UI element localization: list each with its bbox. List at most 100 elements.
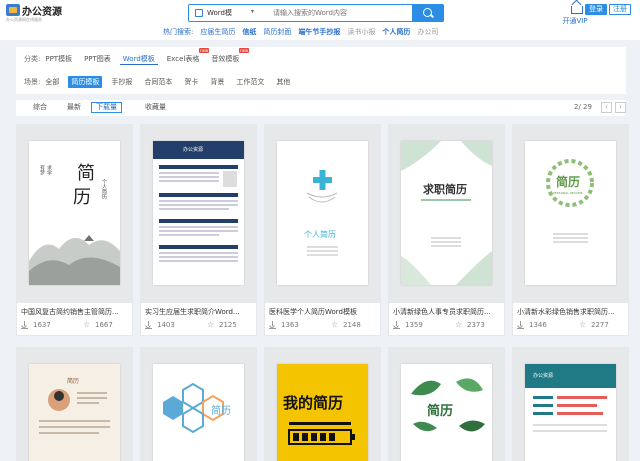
sort-downloads[interactable]: 下载量 — [91, 102, 122, 113]
template-card[interactable]: 我的简历 — [264, 347, 381, 461]
template-title[interactable]: 中国风复古简约销售主管简历... — [21, 307, 131, 317]
hot-searches-label: 热门搜索: — [163, 28, 194, 36]
star-icon[interactable]: ☆ — [207, 320, 214, 329]
template-thumbnail[interactable]: 简历 — [17, 348, 132, 461]
sort-latest[interactable]: 最新 — [63, 102, 85, 113]
scene-all[interactable]: 全部 — [42, 76, 62, 88]
template-thumbnail[interactable]: 简历 — [389, 348, 504, 461]
category-row: 分类: PPT模板 PPT图表 Word模板 Excel表格 new 音效模板 new — [24, 48, 250, 67]
template-thumbnail[interactable]: 简 历 个人简历 求学 有梦 — [17, 125, 132, 303]
site-logo[interactable]: 办公资源 办公资源网在线服务 — [6, 3, 66, 25]
category-audio[interactable]: 音效模板 new — [208, 48, 250, 65]
template-stats: 1346 ☆ 2277 — [513, 320, 628, 333]
thumb-title: 简历 — [211, 406, 231, 417]
thumb-title: 个人简历 — [304, 230, 336, 239]
sort-comprehensive[interactable]: 综合 — [29, 102, 51, 113]
template-title[interactable]: 小清新水彩绿色销售求职简历... — [517, 307, 627, 317]
template-title[interactable]: 实习生应届生求职简介Word... — [145, 307, 255, 317]
template-card[interactable]: 简历 — [16, 347, 133, 461]
logo-name: 办公资源 — [22, 7, 62, 18]
scene-label: 场景: — [24, 78, 41, 86]
page-indicator: 2/ 29 — [574, 103, 592, 111]
star-icon[interactable]: ☆ — [579, 320, 586, 329]
hot-link[interactable]: 端午节手抄报 — [298, 27, 340, 37]
hot-link[interactable]: 读书小报 — [347, 27, 375, 37]
hot-link[interactable]: 个人简历 — [382, 27, 410, 37]
word-doc-icon — [195, 9, 203, 17]
download-count: 1346 — [529, 321, 547, 329]
template-card[interactable]: 办公资源 — [512, 347, 629, 461]
resume-preview-tropical: 简历 — [401, 364, 492, 461]
resume-preview-navy: 办公资源 — [153, 141, 244, 285]
sort-favorites[interactable]: 收藏量 — [141, 102, 170, 113]
new-badge: new — [239, 48, 250, 53]
register-button[interactable]: 注册 — [609, 4, 631, 15]
template-title[interactable]: 小清新绿色人事专员求职简历... — [393, 307, 503, 317]
thumb-motto: 求学 有梦 — [39, 165, 52, 175]
star-icon[interactable]: ☆ — [331, 320, 338, 329]
scene-resume[interactable]: 简历模板 — [68, 76, 103, 88]
category-ppt-chart[interactable]: PPT图表 — [81, 53, 114, 65]
scene-handwritten-paper[interactable]: 手抄报 — [108, 76, 135, 88]
template-thumbnail[interactable]: 办公资源 — [513, 348, 628, 461]
thumb-title: 简历 — [67, 378, 80, 385]
search-box: Word模 ▾ — [188, 4, 444, 22]
template-thumbnail[interactable]: 我的简历 — [265, 348, 380, 461]
download-icon — [269, 321, 276, 329]
chevron-down-icon[interactable]: ▾ — [251, 8, 254, 15]
template-title[interactable]: 医科医学个人简历Word模板 — [269, 307, 379, 317]
leaf-illustration — [401, 141, 492, 285]
search-input[interactable] — [273, 7, 393, 19]
logo-mark-icon — [6, 4, 20, 16]
category-excel[interactable]: Excel表格 new — [164, 48, 210, 65]
template-card[interactable]: 求职简历 小清新绿色人事专员求职简历... 1359 ☆ 2373 — [388, 124, 505, 336]
crown-icon — [571, 6, 583, 14]
hot-link[interactable]: 应届生简历 — [200, 27, 235, 37]
filter-panel: 分类: PPT模板 PPT图表 Word模板 Excel表格 new 音效模板 new 场景:… — [16, 47, 626, 94]
hot-link[interactable]: 办公司 — [417, 27, 438, 37]
next-page-button[interactable]: › — [615, 102, 626, 113]
resume-preview-hexagon: 简历 — [153, 364, 244, 461]
scene-background[interactable]: 背景 — [207, 76, 227, 88]
thumb-title: 简历 — [556, 175, 581, 189]
template-card[interactable]: 办公资源 实习生应届生求职简介Word... 1403 ☆ 2125 — [140, 124, 257, 336]
template-stats: 1359 ☆ 2373 — [389, 320, 504, 333]
thumb-title-char: 历 — [73, 187, 91, 208]
search-button[interactable] — [412, 4, 444, 22]
template-thumbnail[interactable]: 个人简历 — [265, 125, 380, 303]
template-card[interactable]: 简 历 个人简历 求学 有梦 中国风复古简约销售主管简历... 1637 ☆ 16… — [16, 124, 133, 336]
template-thumbnail[interactable]: 简历 PERSONAL RESUME — [513, 125, 628, 303]
favorite-count: 2373 — [467, 321, 485, 329]
resume-preview-teal: 办公资源 — [525, 364, 616, 461]
logo-tagline: 办公资源网在线服务 — [6, 17, 42, 22]
category-ppt-template[interactable]: PPT模板 — [42, 53, 75, 65]
template-thumbnail[interactable]: 办公资源 — [141, 125, 256, 303]
category-word-template[interactable]: Word模板 — [119, 53, 158, 65]
thumb-subtitle: PERSONAL RESUME — [553, 191, 583, 195]
template-card[interactable]: 简历 PERSONAL RESUME 小清新水彩绿色销售求职简历... 1346… — [512, 124, 629, 336]
template-thumbnail[interactable]: 简历 — [141, 348, 256, 461]
form-lines-illustration — [159, 165, 238, 262]
template-card[interactable]: 简历 — [140, 347, 257, 461]
template-thumbnail[interactable]: 求职简历 — [389, 125, 504, 303]
vip-label: 开通VIP — [562, 17, 588, 25]
prev-page-button[interactable]: ‹ — [601, 102, 612, 113]
hot-link[interactable]: 简历封面 — [263, 27, 291, 37]
star-icon[interactable]: ☆ — [455, 320, 462, 329]
template-card[interactable]: 个人简历 医科医学个人简历Word模板 1363 ☆ 2148 — [264, 124, 381, 336]
search-scope-select[interactable]: Word模 — [207, 8, 232, 18]
star-icon[interactable]: ☆ — [83, 320, 90, 329]
scene-greeting-card[interactable]: 贺卡 — [181, 76, 201, 88]
resume-preview-photo: 简历 — [29, 364, 120, 461]
scene-other[interactable]: 其他 — [273, 76, 293, 88]
template-stats: 1403 ☆ 2125 — [141, 320, 256, 333]
chart-lines-illustration — [533, 396, 607, 432]
category-label: 分类: — [24, 55, 41, 63]
medical-cross-illustration — [306, 170, 338, 256]
download-icon — [393, 321, 400, 329]
scene-contract[interactable]: 合同范本 — [141, 76, 175, 88]
hot-link[interactable]: 信纸 — [242, 27, 256, 37]
scene-work-essay[interactable]: 工作范文 — [233, 76, 267, 88]
template-card[interactable]: 简历 — [388, 347, 505, 461]
login-button[interactable]: 登录 — [585, 4, 607, 15]
